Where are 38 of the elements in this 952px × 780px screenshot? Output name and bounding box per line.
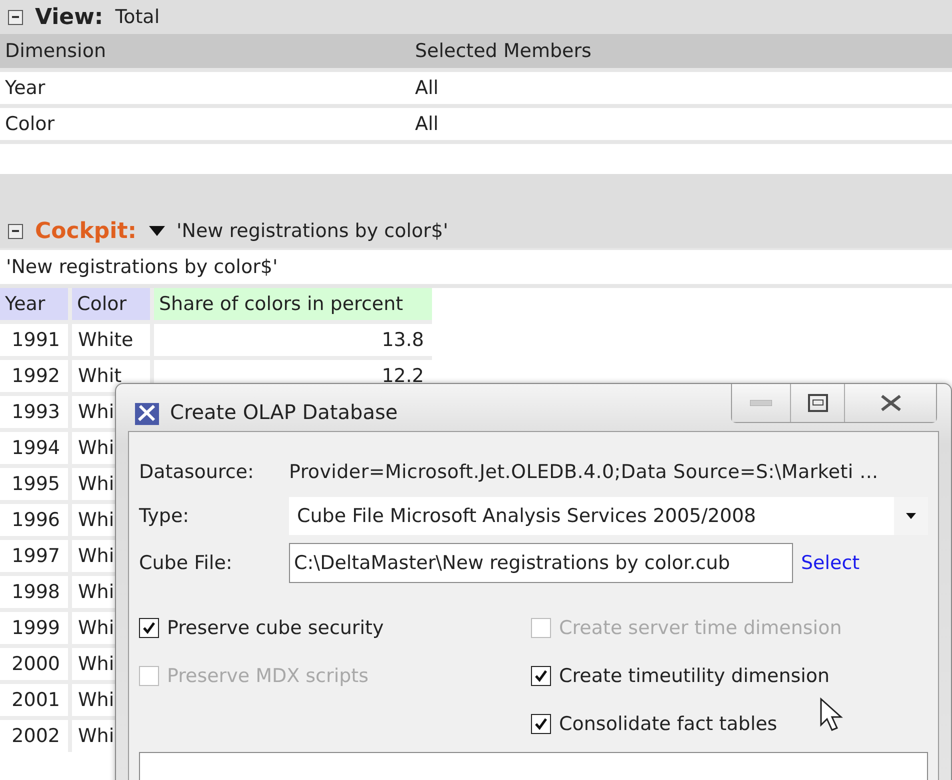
cockpit-value: 'New registrations by color$' [176,220,448,242]
column-header: Year [0,288,68,320]
table-cell-text: All [414,113,440,135]
datasource-value: Provider=Microsoft.Jet.OLEDB.4.0;Data Source=S:\Marketi ... [289,461,878,483]
table-cell: White [72,324,150,356]
table-cell: 1997 [0,540,68,572]
section-label: Cockpit: [35,218,137,244]
view-value: Total [115,6,160,28]
checkbox-label: Create server time dimension [559,617,842,639]
table-cell-text: Year [4,77,46,99]
select-link[interactable]: Select [801,552,860,574]
cube-file-field[interactable]: C:\DeltaMaster\New registrations by color.cub [289,542,793,582]
table-cell: 1992 [0,360,68,392]
table-cell: 1994 [0,432,68,464]
table-cell-text: Color [4,113,56,135]
column-header: Dimension [4,40,107,62]
column-header: Share of colors in percent [154,288,432,320]
table-cell: 2002 [0,720,68,752]
table-cell-text: All [414,77,440,99]
table-cell: 2000 [0,648,68,680]
checkbox-label: Preserve cube security [167,617,384,639]
table-cell: 1995 [0,468,68,500]
cockpit-subtitle: 'New registrations by color$' [0,248,952,288]
table-cell: 1998 [0,576,68,608]
checkbox-label: Consolidate fact tables [559,713,778,735]
column-header: Color [72,288,150,320]
section-label: View: [35,4,104,30]
table-cell: 1991 [0,324,68,356]
table-cell: 1996 [0,504,68,536]
column-header: Selected Members [414,40,592,62]
checkbox-label: Create timeutility dimension [559,665,830,687]
table-cell: 13.8 [154,324,432,356]
window-title: Create OLAP Database [170,400,398,424]
checkbox-label: Preserve MDX scripts [167,665,369,687]
type-dropdown[interactable]: Cube File Microsoft Analysis Services 2005/2008 [289,496,928,534]
table-cell: 1993 [0,396,68,428]
table-cell: 1999 [0,612,68,644]
table-cell: 2001 [0,684,68,716]
